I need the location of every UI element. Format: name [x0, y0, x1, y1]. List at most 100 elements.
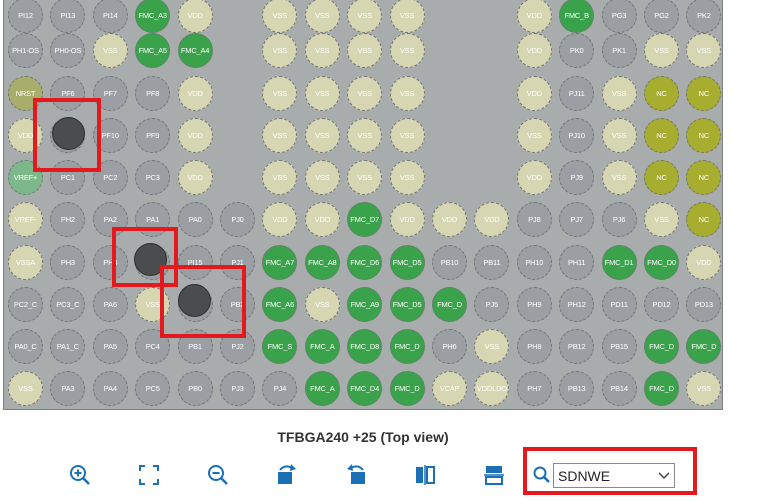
- pin-ball[interactable]: PH8: [516, 329, 552, 364]
- pin-ball[interactable]: FMC_A: [304, 371, 340, 406]
- pin-ball[interactable]: PH12: [559, 286, 595, 322]
- flip-vertical-button[interactable]: [412, 462, 438, 488]
- pin-ball[interactable]: VSS: [389, 117, 425, 153]
- pin-ball[interactable]: VCAP: [432, 371, 467, 406]
- pin-ball[interactable]: PA4: [92, 371, 128, 406]
- pin-ball[interactable]: VSS: [644, 32, 679, 68]
- pin-ball[interactable]: VSS: [8, 371, 43, 406]
- pin-ball[interactable]: PJ4: [262, 371, 298, 406]
- pin-ball[interactable]: VSS: [347, 0, 383, 33]
- pin-ball[interactable]: VDD: [304, 202, 340, 238]
- pin-ball[interactable]: VSS: [601, 75, 637, 111]
- pin-ball[interactable]: PB15: [601, 329, 637, 364]
- pin-ball[interactable]: PD12: [644, 286, 679, 322]
- pin-ball[interactable]: PC3: [135, 159, 171, 195]
- pin-ball[interactable]: VSS: [347, 159, 383, 195]
- pin-ball[interactable]: VREF-: [8, 202, 43, 238]
- pin-ball[interactable]: FMC_D5: [389, 244, 425, 280]
- pin-ball[interactable]: VDD: [516, 159, 552, 195]
- pin-ball[interactable]: VSS: [304, 32, 340, 68]
- pin-ball[interactable]: VSS: [644, 202, 679, 238]
- pin-ball[interactable]: FMC_A8: [304, 244, 340, 280]
- pin-ball[interactable]: FMC_D5: [389, 286, 425, 322]
- pin-ball[interactable]: PB12: [559, 329, 595, 364]
- zoom-out-button[interactable]: [205, 462, 231, 488]
- pin-ball[interactable]: FMC_D: [644, 371, 679, 406]
- rotate-right-button[interactable]: [274, 462, 300, 488]
- pin-ball[interactable]: FMC_D: [389, 371, 425, 406]
- pin-ball[interactable]: VSS: [262, 75, 298, 111]
- pin-ball[interactable]: FMC_D8: [347, 329, 383, 364]
- pin-ball[interactable]: PH11: [559, 244, 595, 280]
- chevron-down-icon[interactable]: [658, 471, 670, 480]
- pin-ball[interactable]: VSS: [686, 371, 722, 406]
- pin-ball[interactable]: PD11: [601, 286, 637, 322]
- pin-ball[interactable]: PJ9: [559, 159, 595, 195]
- pin-ball[interactable]: PJ6: [601, 202, 637, 238]
- pin-ball[interactable]: NC: [686, 159, 722, 195]
- pin-ball[interactable]: PK1: [601, 32, 637, 68]
- pin-ball[interactable]: VSS: [516, 117, 552, 153]
- pin-ball[interactable]: FMC_A9: [347, 286, 383, 322]
- pin-ball[interactable]: VDD: [389, 202, 425, 238]
- pin-ball[interactable]: VSS: [601, 159, 637, 195]
- pin-ball[interactable]: FMC_D0: [644, 244, 679, 280]
- pin-ball[interactable]: PJ0: [220, 202, 255, 238]
- pin-ball[interactable]: VSS: [347, 32, 383, 68]
- pin-ball[interactable]: VSS: [92, 32, 128, 68]
- pin-ball[interactable]: PB13: [559, 371, 595, 406]
- pin-ball[interactable]: FMC_A4: [177, 32, 213, 68]
- pin-ball[interactable]: FMC_D7: [347, 202, 383, 238]
- pin-ball[interactable]: PJ10: [559, 117, 595, 153]
- pin-ball[interactable]: PH3: [50, 244, 86, 280]
- pin-ball[interactable]: NC: [686, 117, 722, 153]
- pin-ball[interactable]: VDD: [686, 244, 722, 280]
- pin-ball[interactable]: PG2: [644, 0, 679, 33]
- pin-ball[interactable]: PH9: [516, 286, 552, 322]
- pin-ball[interactable]: PD13: [686, 286, 722, 322]
- pin-ball[interactable]: VDD: [474, 202, 510, 238]
- pin-ball[interactable]: PB10: [432, 244, 467, 280]
- pin-ball[interactable]: VDDLDO: [474, 371, 510, 406]
- pin-ball[interactable]: FMC_D4: [347, 371, 383, 406]
- pin-ball[interactable]: PG3: [601, 0, 637, 33]
- pin-ball[interactable]: PK0: [559, 32, 595, 68]
- pin-ball[interactable]: FMC_D: [432, 286, 467, 322]
- pin-ball[interactable]: PH2: [50, 202, 86, 238]
- pin-ball[interactable]: FMC_A7: [262, 244, 298, 280]
- pin-ball[interactable]: PF9: [135, 117, 171, 153]
- pin-ball[interactable]: PA0_C: [8, 329, 43, 364]
- pin-ball[interactable]: VSS: [389, 159, 425, 195]
- fit-screen-button[interactable]: [136, 462, 162, 488]
- pin-ball[interactable]: FMC_A3: [135, 0, 171, 33]
- pin-ball[interactable]: NC: [644, 117, 679, 153]
- flip-horizontal-button[interactable]: [481, 462, 507, 488]
- pin-ball[interactable]: PI14: [92, 0, 128, 33]
- pin-ball[interactable]: VSS: [347, 75, 383, 111]
- pin-ball[interactable]: FMC_S: [262, 329, 298, 364]
- pin-ball[interactable]: VSS: [262, 32, 298, 68]
- pin-ball[interactable]: PJ3: [220, 371, 255, 406]
- pin-ball[interactable]: NC: [686, 75, 722, 111]
- pin-ball[interactable]: VSS: [601, 117, 637, 153]
- pin-ball[interactable]: VDD: [262, 202, 298, 238]
- pin-ball[interactable]: NC: [644, 159, 679, 195]
- pin-ball[interactable]: NC: [644, 75, 679, 111]
- pin-ball[interactable]: VSS: [389, 0, 425, 33]
- pin-ball[interactable]: FMC_D1: [601, 244, 637, 280]
- pin-ball[interactable]: VDD: [516, 0, 552, 33]
- zoom-in-button[interactable]: [67, 462, 93, 488]
- pin-ball[interactable]: VDD: [432, 202, 467, 238]
- pin-ball[interactable]: PJ7: [559, 202, 595, 238]
- pin-ball[interactable]: PB0: [177, 371, 213, 406]
- pin-ball[interactable]: VSS: [304, 117, 340, 153]
- pin-ball[interactable]: VSS: [262, 0, 298, 33]
- pin-ball[interactable]: FMC_A6: [262, 286, 298, 322]
- pin-ball[interactable]: PA5: [92, 329, 128, 364]
- pin-ball[interactable]: VDD: [177, 159, 213, 195]
- pin-ball[interactable]: PC2_C: [8, 286, 43, 322]
- search-input[interactable]: SDNWE: [553, 463, 675, 488]
- pin-ball[interactable]: PI13: [50, 0, 86, 33]
- pin-ball[interactable]: NC: [686, 202, 722, 238]
- pin-ball[interactable]: PH10: [516, 244, 552, 280]
